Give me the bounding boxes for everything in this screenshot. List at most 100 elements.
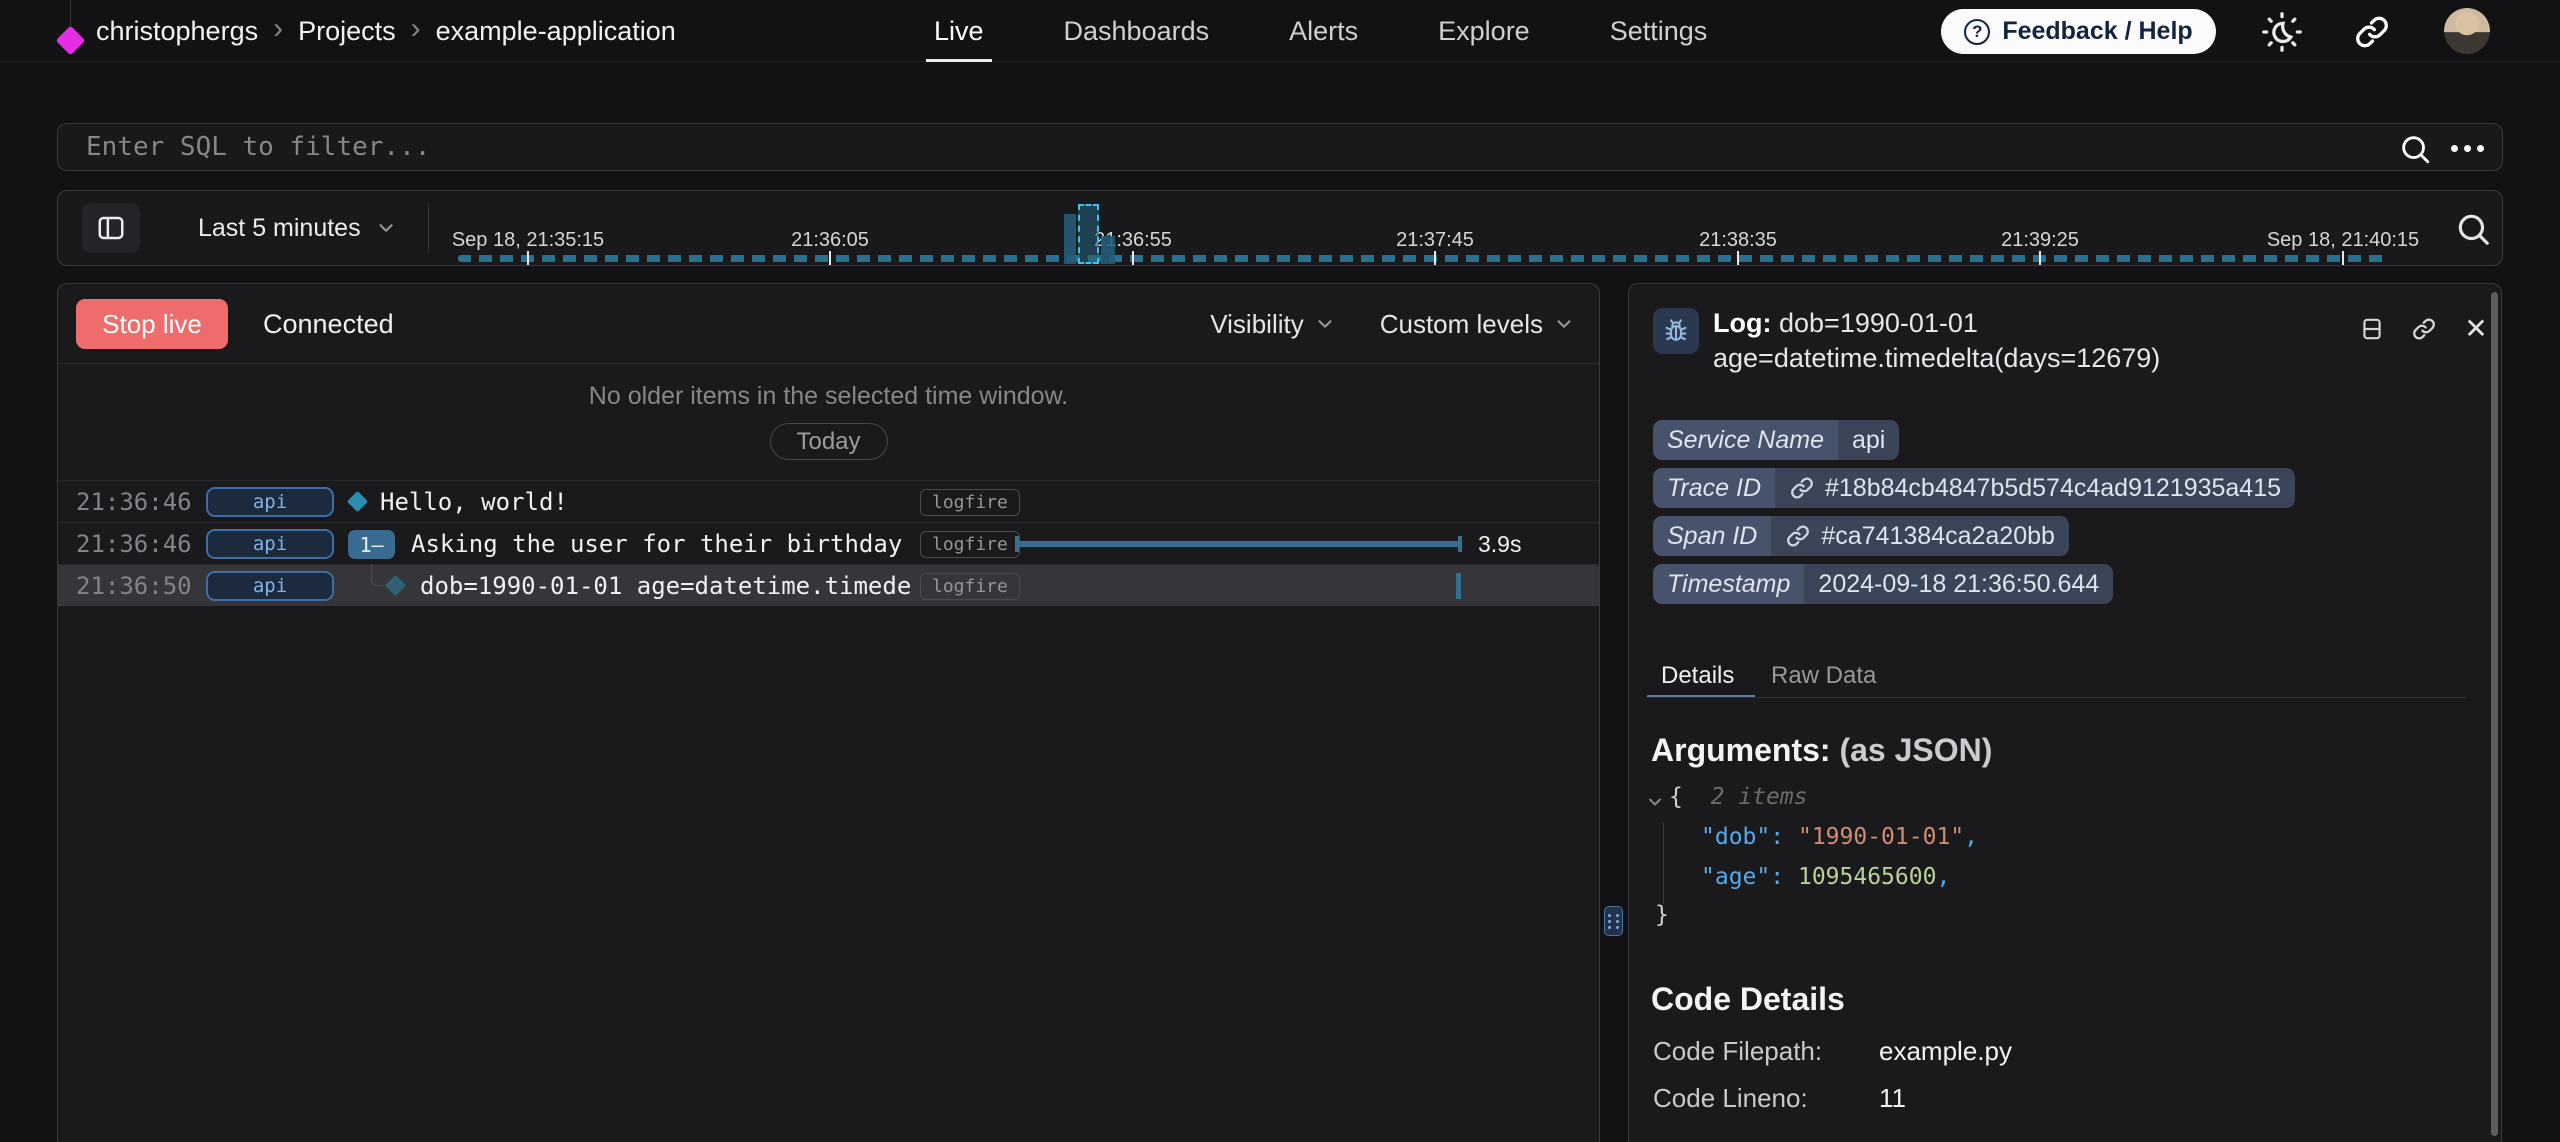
service-badge[interactable]: api [206,571,334,601]
log-message: Asking the user for their birthday [411,523,902,565]
tab-live[interactable]: Live [934,0,984,62]
timeline-tick-label: 21:37:45 [1396,229,1474,252]
service-badge[interactable]: api [206,529,334,559]
timeline-tick-label: Sep 18, 21:40:15 [2267,229,2419,252]
trace-id-chip[interactable]: Trace ID #18b84cb4847b5d574c4ad9121935a4… [1653,468,2295,508]
chip-label: Span ID [1653,516,1771,556]
log-row-birthday-span[interactable]: 21:36:46 api 1– Asking the user for thei… [58,522,1599,564]
code-lineno-row: Code Lineno: 11 [1653,1083,1906,1114]
json-entry-dob: "dob": "1990-01-01", [1701,824,1978,850]
timeline-zoom-icon[interactable] [2454,210,2492,248]
span-duration-bar [1015,541,1462,547]
log-row-hello-world[interactable]: 21:36:46 api Hello, world! logfire [58,480,1599,522]
chevron-down-icon [1553,313,1575,335]
chip-label: Timestamp [1653,564,1804,604]
chip-value: #18b84cb4847b5d574c4ad9121935a415 [1775,468,2295,508]
filter-more-menu[interactable] [2451,124,2484,172]
share-link-button[interactable] [2350,12,2394,52]
visibility-dropdown[interactable]: Visibility [1210,309,1335,340]
code-lineno-label: Code Lineno: [1653,1083,1855,1114]
span-id-chip[interactable]: Span ID #ca741384ca2a20bb [1653,516,2069,556]
live-panel-header: Stop live Connected Visibility Custom le… [58,284,1599,364]
divider [1647,697,2467,698]
timeline-tick [2342,251,2344,265]
user-avatar[interactable] [2444,8,2490,54]
timeline-tick [2039,251,2041,265]
json-collapse-icon[interactable] [1645,792,1665,812]
details-tabs: Details Raw Data [1629,662,2501,690]
dock-panel-icon [2359,316,2385,342]
logfire-logo-icon[interactable] [56,26,86,56]
service-name-chip[interactable]: Service Name api [1653,420,1899,460]
tab-alerts[interactable]: Alerts [1289,0,1358,62]
top-nav: christophergs › Projects › example-appli… [0,0,2560,62]
link-icon [1785,523,1811,549]
code-filepath-label: Code Filepath: [1653,1036,1855,1067]
breadcrumb-separator: › [411,12,421,50]
close-details-button[interactable]: ✕ [2461,314,2491,344]
timestamp-chip[interactable]: Timestamp 2024-09-18 21:36:50.644 [1653,564,2113,604]
tab-details[interactable]: Details [1661,662,1734,690]
theme-toggle-button[interactable] [2260,12,2304,52]
log-time: 21:36:46 [76,481,192,523]
empty-window-message: No older items in the selected time wind… [58,382,1599,411]
live-log-panel: Stop live Connected Visibility Custom le… [57,283,1600,1142]
logfire-tag[interactable]: logfire [920,573,1020,600]
breadcrumb-separator: › [273,12,283,50]
log-message: dob=1990-01-01 age=datetime.timede [420,565,911,607]
timeline-selected-bucket[interactable] [1078,204,1099,264]
logfire-tag[interactable]: logfire [920,531,1020,558]
tab-raw-data[interactable]: Raw Data [1771,662,1876,690]
chip-label: Trace ID [1653,468,1775,508]
service-badge[interactable]: api [206,487,334,517]
details-panel: Log: dob=1990-01-01 age=datetime.timedel… [1628,283,2502,1142]
timeline-axis[interactable]: Sep 18, 21:35:1521:36:0521:36:5521:37:45… [58,191,2502,265]
tree-connector [371,564,385,586]
sql-filter-input[interactable] [58,124,2502,170]
timeline-histogram-bar[interactable] [1064,214,1076,264]
nav-tabs: Live Dashboards Alerts Explore Settings [934,0,1707,62]
span-collapse-badge[interactable]: 1– [348,530,395,559]
timeline-tick-label: 21:36:05 [791,229,869,252]
feedback-help-button[interactable]: ? Feedback / Help [1941,9,2216,54]
link-icon [2353,13,2391,51]
today-button[interactable]: Today [769,423,887,460]
tab-explore[interactable]: Explore [1438,0,1530,62]
details-scrollbar[interactable] [2491,292,2498,1136]
log-row-dob-selected[interactable]: 21:36:50 api dob=1990-01-01 age=datetime… [58,564,1599,606]
span-duration-label: 3.9s [1478,523,1521,565]
custom-levels-dropdown[interactable]: Custom levels [1380,309,1575,340]
chevron-down-icon [1314,313,1336,335]
log-type-tile [1653,308,1699,354]
sun-moon-icon [2261,11,2303,53]
code-filepath-row: Code Filepath: example.py [1653,1036,2012,1067]
log-time: 21:36:46 [76,523,192,565]
timeline-tick [1132,251,1134,265]
timeline-histogram-bar[interactable] [1101,236,1115,264]
stop-live-button[interactable]: Stop live [76,299,228,349]
log-time: 21:36:50 [76,565,192,607]
timeline-tick-label: 21:38:35 [1699,229,1777,252]
question-circle-icon: ? [1964,19,1990,45]
code-filepath-value: example.py [1879,1036,2012,1067]
panel-resize-handle[interactable] [1604,906,1623,936]
copy-link-button[interactable] [2409,314,2439,344]
arguments-heading: Arguments: (as JSON) [1651,732,1992,769]
tab-dashboards[interactable]: Dashboards [1064,0,1210,62]
breadcrumb-project-name[interactable]: example-application [436,16,676,47]
dock-panel-button[interactable] [2357,314,2387,344]
breadcrumb-projects[interactable]: Projects [298,16,396,47]
details-title-line1: dob=1990-01-01 [1779,308,1978,338]
custom-levels-label: Custom levels [1380,309,1543,340]
log-rows: 21:36:46 api Hello, world! logfire 21:36… [58,480,1599,606]
close-icon: ✕ [2464,315,2487,343]
breadcrumb-org[interactable]: christophergs [96,16,258,47]
log-time-tick [1456,573,1461,599]
sql-filter-bar [57,123,2503,171]
search-icon[interactable] [2398,132,2432,166]
tab-settings[interactable]: Settings [1610,0,1708,62]
logfire-tag[interactable]: logfire [920,489,1020,516]
json-indent-guide [1663,822,1664,904]
json-entry-age: "age": 1095465600, [1701,864,1950,890]
details-title-prefix: Log: [1713,308,1771,338]
